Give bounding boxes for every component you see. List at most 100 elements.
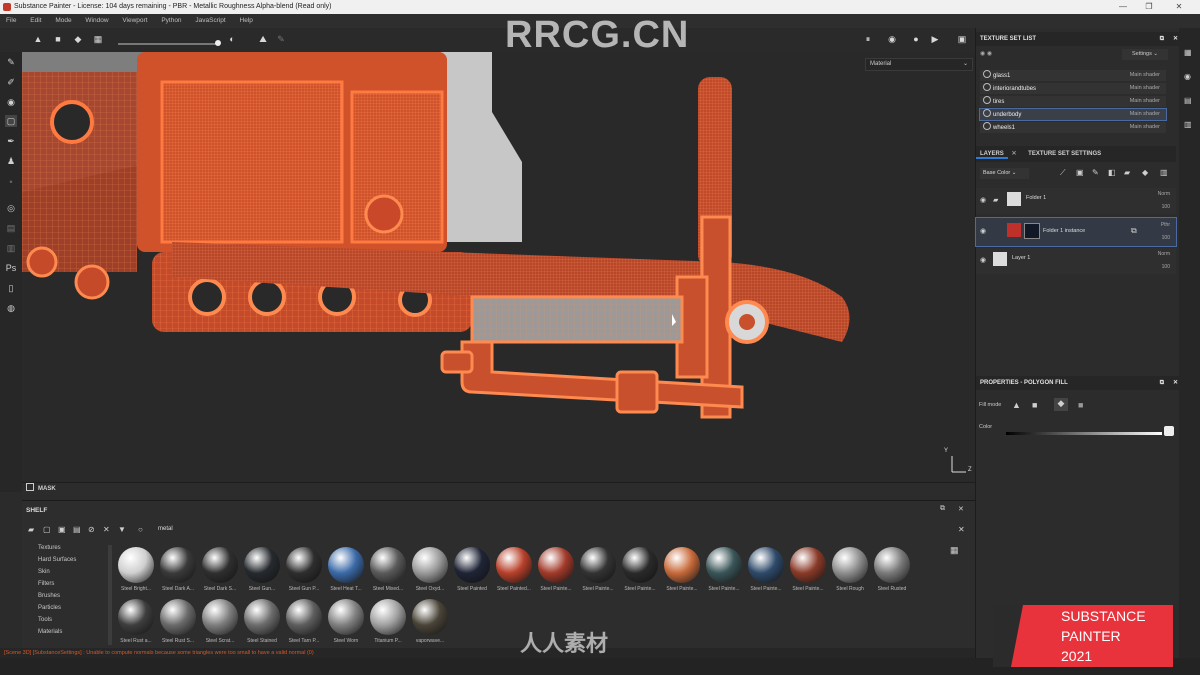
import-icon[interactable]: ▣ [58,525,66,534]
layer-opacity[interactable]: 100 [1162,204,1170,210]
material-thumbnail[interactable]: Steel Rust S... [158,599,198,651]
texture-set-shader[interactable]: Main shader [1130,96,1160,107]
channel-dropdown[interactable]: Material ⌄ [865,58,973,71]
float-icon[interactable]: ⧉ [1160,32,1164,46]
display-settings-icon[interactable]: ▥ [1184,120,1192,129]
layer-name[interactable]: Folder 1 instance [1043,228,1085,234]
video-icon[interactable]: ▶ [930,34,940,44]
add-mask-icon[interactable]: ▣ [1076,168,1084,177]
tab-layers-close-icon[interactable]: ✕ [1009,151,1018,157]
layer-opacity[interactable]: 100 [1162,235,1170,241]
material-thumbnail[interactable]: Steel Oxyd... [410,547,450,599]
add-fill-layer-icon[interactable]: ◧ [1108,168,1116,177]
minimize-button[interactable]: — [1112,0,1134,14]
stroke-icon[interactable]: ✎ [276,34,286,44]
eye-icon[interactable] [983,122,991,130]
triangle-fill-icon[interactable]: ▲ [1012,400,1021,410]
material-thumbnail[interactable]: Steel Rough [830,547,870,599]
tab-texture-set-settings[interactable]: TEXTURE SET SETTINGS [1020,151,1101,157]
menu-mode[interactable]: Mode [55,17,71,24]
settings-dropdown[interactable]: Settings ⌄ [1122,49,1168,60]
shelf-float-icon[interactable]: ⧉ [940,505,945,513]
material-thumbnail[interactable]: Steel Rust a... [116,599,156,651]
material-thumbnail[interactable]: Steel Heat T... [326,547,366,599]
folder-icon[interactable]: ▰ [28,525,34,534]
add-smart-material-icon[interactable]: ◆ [1142,168,1148,177]
float-icon[interactable]: ⧉ [1160,376,1164,390]
settings-icon[interactable]: ◎ [5,202,17,214]
square-icon[interactable]: ■ [53,34,63,44]
category-scrollbar[interactable] [108,545,112,645]
material-thumbnail[interactable]: Steel Tarn P... [284,599,324,651]
layer-blend-mode[interactable]: Norm [1158,191,1170,197]
shelf-close-icon[interactable]: ✕ [958,505,964,513]
menu-javascript[interactable]: JavaScript [195,17,225,24]
layer-blend-mode[interactable]: Pthr [1161,222,1170,228]
shelf-category-filters[interactable]: Filters [38,581,54,587]
material-thumbnail[interactable]: Steel Gun... [242,547,282,599]
texture-set-icon[interactable]: ▦ [1184,48,1192,57]
texture-set-row[interactable]: wheels1 Main shader [980,122,1166,133]
tool-icon-2[interactable]: ▥ [5,242,17,254]
sphere-icon[interactable]: ● [911,34,921,44]
material-thumbnail[interactable]: Steel Painted... [494,547,534,599]
material-thumbnail[interactable]: Steel Worn [326,599,366,651]
material-thumbnail[interactable]: Titanium P... [368,599,408,651]
picker-icon[interactable]: • [5,176,17,188]
history-icon[interactable]: ▤ [1184,96,1192,105]
add-folder-icon[interactable]: ▰ [1124,168,1130,177]
texture-set-row[interactable]: interiorandtubes Main shader [980,83,1166,94]
texture-set-row[interactable]: tires Main shader [980,96,1166,107]
eye-icon[interactable] [983,96,991,104]
globe-icon[interactable]: ◍ [5,302,17,314]
symmetry-icon[interactable]: ▲ [33,34,43,44]
object-fill-icon[interactable]: ◆ [1054,398,1068,411]
layer-opacity[interactable]: 100 [1162,264,1170,270]
close-panel-icon[interactable]: ✕ [1173,32,1178,46]
eye-icon[interactable]: ◉ [980,256,986,264]
grid-icon[interactable]: ▦ [93,34,103,44]
texture-set-shader[interactable]: Main shader [1130,109,1160,120]
shelf-category-tools[interactable]: Tools [38,617,52,623]
shelf-category-hard-surfaces[interactable]: Hard Surfaces [38,557,76,563]
clone-icon[interactable]: ♟ [5,155,17,167]
shelf-category-particles[interactable]: Particles [38,605,61,611]
layer-row[interactable]: ◉ Layer 1 Norm 100 [976,248,1176,274]
document-icon[interactable]: ▯ [5,282,17,294]
close-panel-icon[interactable]: ✕ [1173,376,1178,390]
material-thumbnail[interactable]: Steel Painte... [704,547,744,599]
mountain-icon[interactable]: ⛰ [258,34,268,44]
layer-row[interactable]: ◉ ▰ Folder 1 Norm 100 [976,188,1176,214]
channel-select[interactable]: Base Color ⌄ [980,168,1029,179]
layer-mask-thumbnail[interactable] [1024,223,1040,239]
projection-icon[interactable]: ◉ [5,96,17,108]
material-thumbnail[interactable]: Steel Dark S... [200,547,240,599]
texture-set-shader[interactable]: Main shader [1130,83,1160,94]
paint-brush-icon[interactable]: ✎ [5,56,17,68]
instance-icon[interactable]: ⧉ [1131,226,1137,236]
shelf-category-textures[interactable]: Textures [38,545,61,551]
close-window-button[interactable]: ✕ [1168,0,1190,14]
mask-checkbox[interactable] [26,483,34,491]
color-slider[interactable] [1006,432,1162,435]
eye-icon[interactable] [983,109,991,117]
eye-icon[interactable] [983,70,991,78]
menu-help[interactable]: Help [240,17,253,24]
delete-icon[interactable]: ✕ [103,525,110,534]
polygon-fill-icon[interactable]: ▢ [5,115,17,127]
material-thumbnail[interactable]: Steel Gun P... [284,547,324,599]
texture-set-shader[interactable]: Main shader [1130,70,1160,81]
pause-icon[interactable]: ⏸ [863,34,873,44]
menu-file[interactable]: File [6,17,16,24]
camera-view-icon[interactable]: ◉ [887,34,897,44]
color-swatch[interactable] [1164,426,1174,436]
material-thumbnail[interactable]: Steel Painted [452,547,492,599]
material-thumbnail[interactable]: Steel Painte... [536,547,576,599]
menu-viewport[interactable]: Viewport [122,17,147,24]
quad-fill-icon[interactable]: ■ [1032,400,1037,410]
cube-icon[interactable]: ◆ [73,34,83,44]
half-circle-icon[interactable]: ◐ [227,34,237,44]
texture-set-row[interactable]: glass1 Main shader [980,70,1166,81]
material-thumbnail[interactable]: Steel Painte... [746,547,786,599]
material-thumbnail[interactable]: vaporwave... [410,599,450,651]
